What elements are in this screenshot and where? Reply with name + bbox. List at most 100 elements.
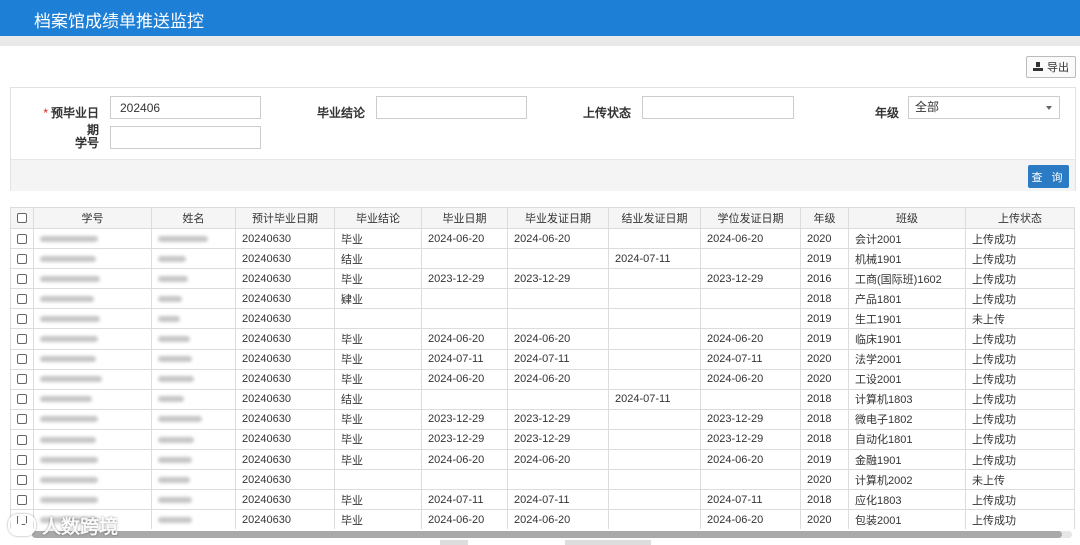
row-checkbox[interactable] bbox=[17, 374, 27, 385]
row-checkbox[interactable] bbox=[17, 434, 27, 445]
table-cell: 2023-12-29 bbox=[421, 408, 508, 430]
table-cell: 上传成功 bbox=[965, 368, 1075, 390]
column-header[interactable]: 学位发证日期 bbox=[700, 207, 801, 229]
table-cell bbox=[608, 428, 701, 451]
row-checkbox-cell[interactable] bbox=[10, 308, 34, 330]
grade-select-value: 全部 bbox=[915, 100, 940, 114]
table-cell: 20240630 bbox=[235, 388, 335, 410]
table-cell: 2016 bbox=[800, 268, 849, 290]
row-checkbox[interactable] bbox=[17, 414, 27, 425]
results-table: 学号 姓名 预计毕业日期 毕业结论 毕业日期 毕业发证日期 结业发证日期 学位发… bbox=[10, 207, 1076, 529]
row-checkbox[interactable] bbox=[17, 273, 27, 284]
table-row[interactable]: 20240630 毕业 2024-07-11 2024-07-11 2024-07-11… bbox=[10, 348, 1075, 370]
search-panel: *预毕业日期 毕业结论 上传状态 年级 全部 学号 查 询 bbox=[10, 87, 1076, 191]
table-row[interactable]: 20240630 毕业 2024-06-20 2024-06-20 2024-06-20… bbox=[10, 509, 1075, 529]
table-row[interactable]: 20240630 2020 计算机2002 未上传 bbox=[10, 469, 1075, 491]
table-row[interactable]: 20240630 结业 2024-07-11 2019 机械1901 上传成功 bbox=[10, 248, 1075, 270]
column-header[interactable]: 毕业发证日期 bbox=[507, 207, 609, 229]
table-cell: 毕业 bbox=[334, 227, 422, 250]
column-header[interactable]: 姓名 bbox=[151, 207, 236, 229]
row-checkbox[interactable] bbox=[17, 454, 27, 465]
table-row[interactable]: 20240630 毕业 2024-07-11 2024-07-11 2024-07-11… bbox=[10, 489, 1075, 511]
horizontal-scrollbar[interactable] bbox=[32, 531, 1072, 538]
row-checkbox-cell[interactable] bbox=[10, 489, 34, 511]
column-header[interactable]: 毕业结论 bbox=[334, 207, 422, 229]
pager-control[interactable] bbox=[440, 540, 468, 545]
row-checkbox[interactable] bbox=[17, 293, 27, 304]
table-cell: 毕业 bbox=[334, 509, 422, 529]
table-cell: 2024-07-11 bbox=[608, 388, 701, 410]
row-checkbox-cell[interactable] bbox=[10, 428, 34, 451]
row-checkbox-cell[interactable] bbox=[10, 449, 34, 471]
row-checkbox-cell[interactable] bbox=[10, 388, 34, 410]
table-row[interactable]: 20240630 毕业 2024-06-20 2024-06-20 2024-06-20… bbox=[10, 328, 1075, 350]
table-cell bbox=[608, 489, 701, 511]
column-header[interactable]: 结业发证日期 bbox=[608, 207, 701, 229]
pager-control[interactable] bbox=[565, 540, 651, 545]
column-header[interactable]: 学号 bbox=[33, 207, 152, 229]
table-cell: 2024-06-20 bbox=[507, 449, 609, 471]
table-row[interactable]: 20240630 毕业 2023-12-29 2023-12-29 2023-12-29… bbox=[10, 428, 1075, 451]
row-checkbox[interactable] bbox=[17, 354, 27, 365]
table-cell: 计算机2002 bbox=[848, 469, 966, 491]
row-checkbox-cell[interactable] bbox=[10, 268, 34, 290]
row-checkbox[interactable] bbox=[17, 233, 27, 244]
column-header[interactable]: 年级 bbox=[800, 207, 849, 229]
row-checkbox[interactable] bbox=[17, 334, 27, 345]
table-row[interactable]: 20240630 毕业 2023-12-29 2023-12-29 2023-12-29… bbox=[10, 408, 1075, 430]
table-row[interactable]: 20240630 毕业 2024-06-20 2024-06-20 2024-06-20… bbox=[10, 227, 1075, 250]
row-checkbox-cell[interactable] bbox=[10, 227, 34, 250]
column-header[interactable]: 上传状态 bbox=[965, 207, 1075, 229]
conclusion-input[interactable] bbox=[376, 96, 527, 119]
scrollbar-thumb[interactable] bbox=[32, 531, 1062, 538]
table-cell: 未上传 bbox=[965, 308, 1075, 330]
row-checkbox[interactable] bbox=[17, 253, 27, 264]
column-header[interactable]: 预计毕业日期 bbox=[235, 207, 335, 229]
table-cell bbox=[507, 469, 609, 491]
row-checkbox-cell[interactable] bbox=[10, 348, 34, 370]
table-cell bbox=[608, 509, 701, 529]
table-row[interactable]: 20240630 2019 生工1901 未上传 bbox=[10, 308, 1075, 330]
table-cell bbox=[33, 469, 152, 491]
grade-select[interactable]: 全部 bbox=[908, 96, 1060, 119]
table-cell: 毕业 bbox=[334, 489, 422, 511]
table-header-row: 学号 姓名 预计毕业日期 毕业结论 毕业日期 毕业发证日期 结业发证日期 学位发… bbox=[10, 207, 1075, 229]
table-cell bbox=[151, 248, 236, 270]
table-cell: 2023-12-29 bbox=[421, 428, 508, 451]
table-cell: 2024-07-11 bbox=[507, 489, 609, 511]
row-checkbox-cell[interactable] bbox=[10, 368, 34, 390]
table-cell bbox=[151, 308, 236, 330]
table-cell: 2024-06-20 bbox=[507, 368, 609, 390]
student-id-input[interactable] bbox=[110, 126, 261, 149]
row-checkbox-cell[interactable] bbox=[10, 408, 34, 430]
grade-label: 年级 bbox=[874, 106, 899, 120]
table-row[interactable]: 20240630 毕业 2024-06-20 2024-06-20 2024-06-20… bbox=[10, 449, 1075, 471]
upload-status-input[interactable] bbox=[642, 96, 794, 119]
table-cell: 2023-12-29 bbox=[700, 268, 801, 290]
row-checkbox-cell[interactable] bbox=[10, 248, 34, 270]
select-all-cell[interactable] bbox=[10, 207, 34, 229]
grad-date-input[interactable] bbox=[110, 96, 261, 119]
column-header[interactable]: 班级 bbox=[848, 207, 966, 229]
row-checkbox-cell[interactable] bbox=[10, 469, 34, 491]
table-row[interactable]: 20240630 毕业 2023-12-29 2023-12-29 2023-12-29… bbox=[10, 268, 1075, 290]
row-checkbox-cell[interactable] bbox=[10, 328, 34, 350]
row-checkbox[interactable] bbox=[17, 494, 27, 505]
table-cell: 2024-07-11 bbox=[507, 348, 609, 370]
table-row[interactable]: 20240630 结业 2024-07-11 2018 计算机1803 上传成功 bbox=[10, 388, 1075, 410]
row-checkbox[interactable] bbox=[17, 314, 27, 325]
table-row[interactable]: 20240630 毕业 2024-06-20 2024-06-20 2024-06-20… bbox=[10, 368, 1075, 390]
table-cell bbox=[151, 348, 236, 370]
export-button[interactable]: 导出 bbox=[1026, 56, 1076, 78]
row-checkbox-cell[interactable] bbox=[10, 288, 34, 310]
table-cell: 未上传 bbox=[965, 469, 1075, 491]
table-cell: 毕业 bbox=[334, 348, 422, 370]
select-all-checkbox[interactable] bbox=[17, 213, 27, 224]
table-cell: 2020 bbox=[800, 368, 849, 390]
column-header[interactable]: 毕业日期 bbox=[421, 207, 508, 229]
query-button[interactable]: 查 询 bbox=[1028, 165, 1069, 188]
table-row[interactable]: 20240630 肄业 2018 产品1801 上传成功 bbox=[10, 288, 1075, 310]
row-checkbox[interactable] bbox=[17, 394, 27, 405]
table-cell bbox=[608, 227, 701, 250]
row-checkbox[interactable] bbox=[17, 474, 27, 485]
